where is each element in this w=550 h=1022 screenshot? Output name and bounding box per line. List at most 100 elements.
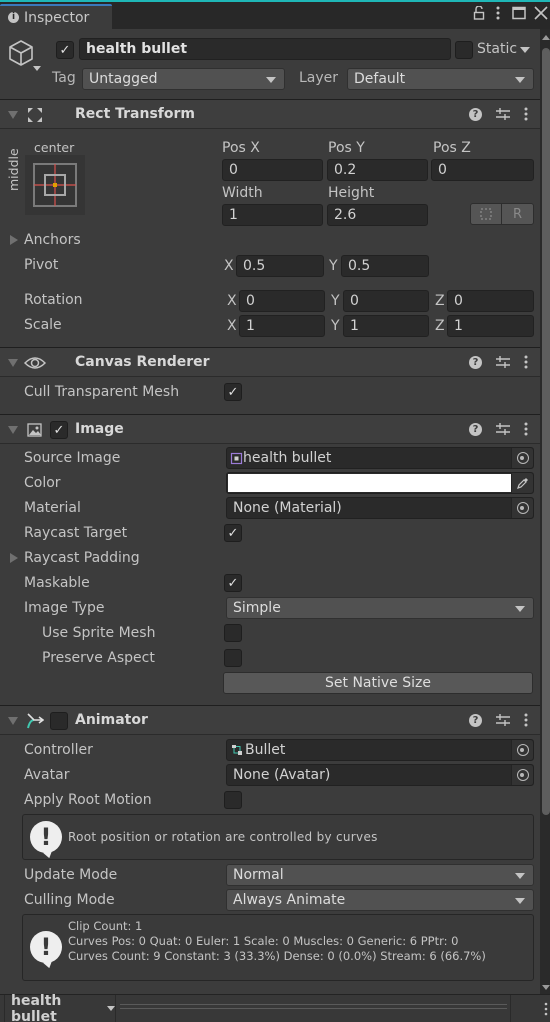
help-icon[interactable]: ?	[469, 422, 482, 436]
anchor-presets-button[interactable]	[25, 155, 85, 215]
layer-value: Default	[354, 71, 406, 87]
preview-resize-handle[interactable]	[120, 1004, 507, 1009]
object-picker-button[interactable]	[511, 740, 533, 760]
scrollbar-thumb[interactable]	[542, 48, 550, 815]
pos-y-input[interactable]: 0.2	[327, 159, 428, 181]
more-icon[interactable]	[544, 1002, 548, 1020]
more-icon[interactable]	[524, 422, 528, 436]
active-checkbox[interactable]: ✓	[56, 41, 74, 59]
pos-z-input[interactable]: 0	[431, 159, 534, 181]
presets-icon[interactable]	[496, 423, 510, 435]
pos-x-input[interactable]: 0	[222, 159, 323, 181]
more-icon[interactable]	[524, 107, 528, 121]
rotation-y-input[interactable]: 0	[343, 290, 429, 312]
cull-transparent-mesh-checkbox[interactable]: ✓	[224, 383, 242, 401]
help-icon[interactable]: ?	[469, 713, 482, 727]
scroll-down-arrow-icon[interactable]	[542, 985, 550, 990]
avatar-field[interactable]: None (Avatar)	[226, 764, 534, 786]
scale-label: Scale	[24, 317, 62, 333]
maximize-icon[interactable]	[512, 6, 526, 24]
scroll-up-arrow-icon[interactable]	[542, 35, 550, 40]
object-picker-button[interactable]	[511, 498, 533, 518]
name-input[interactable]: health bullet	[79, 38, 451, 60]
icon-dropdown-caret[interactable]	[33, 66, 41, 71]
object-picker-button[interactable]	[511, 448, 533, 468]
height-input[interactable]: 2.6	[327, 204, 428, 226]
static-label[interactable]: Static	[477, 41, 517, 57]
pivot-x-axis-label: X	[224, 258, 234, 274]
controller-field[interactable]: Bullet	[226, 739, 534, 761]
apply-root-motion-checkbox[interactable]	[224, 791, 242, 809]
scale-z-input[interactable]: 1	[447, 315, 534, 337]
pivot-x-input[interactable]: 0.5	[236, 255, 324, 277]
preserve-aspect-checkbox[interactable]	[224, 649, 242, 667]
preview-selection-label: health bullet	[11, 992, 62, 1022]
update-mode-value: Normal	[233, 867, 284, 883]
animator-header[interactable]: Animator ?	[0, 705, 540, 735]
static-dropdown-caret[interactable]	[520, 47, 530, 53]
update-mode-dropdown[interactable]: Normal	[226, 864, 534, 886]
foldout-arrow-icon[interactable]	[8, 717, 18, 725]
check-icon: ✓	[227, 525, 239, 541]
scale-x-input[interactable]: 1	[239, 315, 325, 337]
source-image-field[interactable]: health bullet	[226, 447, 534, 469]
pivot-y-input[interactable]: 0.5	[341, 255, 429, 277]
anchors-foldout-icon[interactable]	[10, 235, 18, 245]
more-icon[interactable]	[524, 355, 528, 369]
help-icon[interactable]: ?	[469, 355, 482, 369]
animator-stats-box: ! Clip Count: 1 Curves Pos: 0 Quat: 0 Eu…	[22, 914, 534, 981]
rotation-z-input[interactable]: 0	[447, 290, 534, 312]
eyedropper-button[interactable]	[511, 473, 533, 493]
anchors-label[interactable]: Anchors	[24, 232, 81, 248]
pos-y-value: 0.2	[334, 162, 357, 178]
lock-icon[interactable]	[473, 5, 485, 24]
set-native-size-button[interactable]: Set Native Size	[223, 672, 533, 694]
culling-mode-dropdown[interactable]: Always Animate	[226, 889, 534, 911]
more-icon[interactable]	[496, 6, 500, 24]
static-checkbox[interactable]	[455, 41, 473, 59]
color-swatch[interactable]	[228, 474, 512, 492]
layer-dropdown[interactable]: Default	[347, 68, 534, 90]
image-enabled-checkbox[interactable]: ✓	[50, 421, 68, 439]
object-picker-icon	[516, 452, 529, 464]
canvas-renderer-header[interactable]: Canvas Renderer ?	[0, 347, 540, 377]
use-sprite-mesh-checkbox[interactable]	[224, 624, 242, 642]
close-icon[interactable]	[534, 6, 548, 24]
object-picker-button[interactable]	[511, 765, 533, 785]
color-label: Color	[24, 475, 61, 491]
width-input[interactable]: 1	[222, 204, 323, 226]
height-value: 2.6	[334, 207, 357, 223]
object-picker-icon	[516, 744, 529, 756]
header-actions: ?	[469, 713, 528, 727]
image-header[interactable]: ✓ Image ?	[0, 414, 540, 444]
foldout-arrow-icon[interactable]	[8, 426, 18, 434]
raw-edit-button[interactable]: R	[502, 204, 533, 224]
maskable-checkbox[interactable]: ✓	[224, 574, 242, 592]
source-image-value: health bullet	[243, 450, 332, 466]
raycast-target-checkbox[interactable]: ✓	[224, 524, 242, 542]
raycast-padding-label[interactable]: Raycast Padding	[24, 550, 140, 566]
animator-enabled-checkbox[interactable]	[50, 712, 68, 730]
chevron-down-icon	[107, 1006, 115, 1011]
material-field[interactable]: None (Material)	[226, 497, 534, 519]
gameobject-cube-icon[interactable]	[8, 39, 34, 71]
color-field[interactable]	[226, 472, 534, 494]
presets-icon[interactable]	[496, 356, 510, 368]
presets-icon[interactable]	[496, 108, 510, 120]
scale-y-input[interactable]: 1	[343, 315, 429, 337]
foldout-arrow-icon[interactable]	[8, 111, 18, 119]
tag-dropdown[interactable]: Untagged	[82, 68, 285, 90]
image-type-dropdown[interactable]: Simple	[226, 597, 534, 619]
help-icon[interactable]: ?	[469, 107, 482, 121]
tab-inspector[interactable]: i Inspector	[0, 4, 112, 29]
foldout-arrow-icon[interactable]	[8, 359, 18, 367]
rotation-x-input[interactable]: 0	[239, 290, 325, 312]
rect-transform-header[interactable]: Rect Transform ?	[0, 99, 540, 129]
more-icon[interactable]	[524, 713, 528, 727]
blueprint-mode-button[interactable]	[471, 204, 502, 224]
layer-label: Layer	[299, 70, 339, 86]
raycast-padding-foldout-icon[interactable]	[10, 553, 18, 563]
preview-bar: health bullet	[0, 992, 550, 1022]
presets-icon[interactable]	[496, 714, 510, 726]
preview-selection-dropdown[interactable]: health bullet	[4, 992, 116, 1022]
